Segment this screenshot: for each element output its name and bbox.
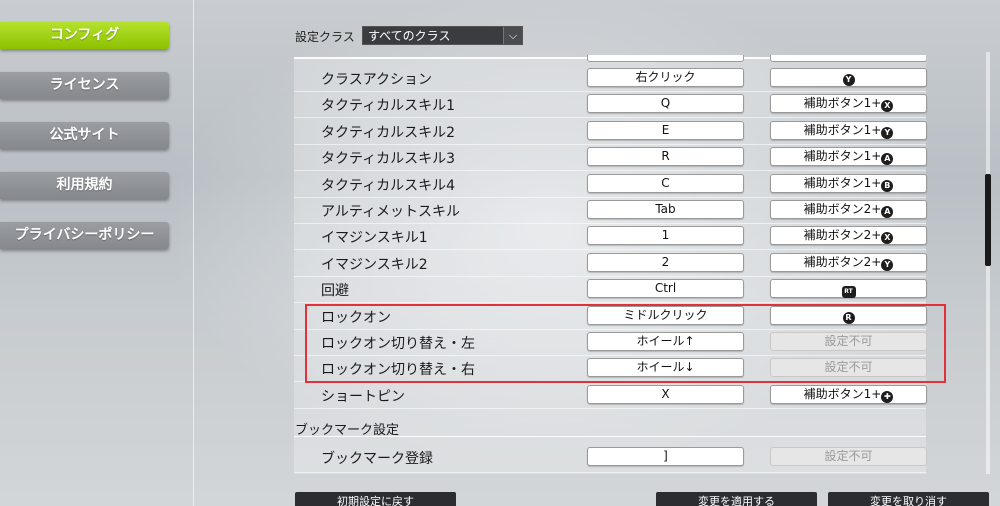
sidebar-item-privacy[interactable]: プライバシーポリシー [0,222,169,249]
row-separator [294,408,926,409]
bookmark-row-label: ブックマーク登録 [321,451,433,467]
pad-binding-button[interactable]: Y [770,68,927,87]
row-separator [294,197,926,198]
pad-binding-button[interactable]: 補助ボタン2+ X [770,226,927,245]
row-separator [294,91,926,92]
controller-button-icon: X [881,100,894,112]
pad-binding-text: 補助ボタン2+ [803,255,882,269]
sidebar-item-config[interactable]: コンフィグ [0,22,169,49]
pad-binding-text: 補助ボタン1+ [803,387,882,401]
keybind-row-label: ショートピン [321,389,405,405]
controller-button-icon: RT [841,286,856,298]
chevron-down-icon[interactable]: ⌵ [503,27,522,44]
controller-button-icon: X [881,232,894,244]
keybind-row-label: クラスアクション [321,72,433,88]
class-filter-label: 設定クラス [295,30,355,44]
controller-button-icon: Y [842,74,855,86]
controller-button-icon: B [881,180,894,192]
row-separator [294,249,926,250]
class-filter-select[interactable]: すべてのクラス ⌵ [362,26,523,45]
keybind-row-label: タクティカルスキル3 [321,151,456,167]
cancel-changes-button[interactable]: 変更を取り消す [828,492,989,506]
keyboard-binding-button[interactable]: Tab [587,200,744,219]
pad-binding-button[interactable]: 補助ボタン2+ A [770,200,927,219]
controller-button-icon: Y [881,259,894,271]
sidebar-item-official-site[interactable]: 公式サイト [0,122,169,149]
keyboard-binding-button[interactable]: 2 [587,253,744,272]
row-separator [294,117,926,118]
pad-binding-button[interactable]: 補助ボタン1+ A [770,147,927,166]
pad-binding-text: 補助ボタン1+ [803,123,882,137]
row-separator [294,170,926,171]
pad-binding-button[interactable]: 補助ボタン2+ Y [770,253,927,272]
keybind-row-label: イマジンスキル1 [321,230,428,246]
row-separator [294,276,926,277]
pad-binding-button[interactable]: RT [770,279,927,298]
keybind-row-label: タクティカルスキル1 [321,98,456,114]
pad-binding-text: 補助ボタン1+ [803,149,882,163]
class-filter-value: すべてのクラス [368,29,451,43]
keyboard-binding-button[interactable]: Ctrl [587,279,744,298]
keyboard-binding-button[interactable]: 右クリック [587,68,744,87]
controller-button-icon: A [881,206,894,218]
keyboard-binding-button[interactable]: X [587,385,744,404]
row-separator [294,144,926,145]
keybind-row-label: タクティカルスキル4 [321,178,456,194]
pad-binding-button[interactable]: 補助ボタン1+ X [770,94,927,113]
sidebar-item-license[interactable]: ライセンス [0,72,169,99]
pad-binding-button[interactable]: 補助ボタン1+ Y [770,121,927,140]
bookmark-section-divider [294,436,926,437]
keybind-row-label: タクティカルスキル2 [321,125,456,141]
controller-button-icon: ✚ [881,391,894,403]
pad-binding-text: 補助ボタン1+ [803,96,882,110]
row-separator [294,302,926,303]
keyboard-binding-button[interactable]: E [587,121,744,140]
apply-changes-button[interactable]: 変更を適用する [656,492,817,506]
pad-binding-button[interactable]: 補助ボタン1+ B [770,174,927,193]
scrolled-row-fragment [294,55,926,63]
keyboard-binding-button[interactable]: 1 [587,226,744,245]
sidebar-item-terms[interactable]: 利用規約 [0,172,169,199]
row-separator [294,472,926,473]
scrollbar-thumb[interactable] [985,174,991,266]
pad-binding-text: 補助ボタン2+ [803,228,882,242]
pad-binding-text: 補助ボタン1+ [803,176,882,190]
sidebar-divider [193,0,194,506]
pad-binding-button[interactable]: 補助ボタン1+ ✚ [770,385,927,404]
keyboard-binding-button[interactable]: R [587,147,744,166]
row-separator [294,223,926,224]
reset-defaults-button[interactable]: 初期設定に戻す [295,492,456,506]
bookmark-pad-button: 設定不可 [770,447,927,466]
bookmark-key-button[interactable]: ] [587,447,744,466]
keyboard-binding-button[interactable]: C [587,174,744,193]
controller-button-icon: A [881,153,894,165]
pad-binding-text: 補助ボタン2+ [803,202,882,216]
keyboard-binding-button[interactable]: Q [587,94,744,113]
controller-button-icon: Y [881,127,894,139]
keybind-row-label: 回避 [321,283,349,299]
lockon-highlight-box [305,304,946,383]
keybind-row-label: アルティメットスキル [321,204,461,220]
cut-key-button [587,55,744,62]
cut-pad-button [770,55,926,62]
keybind-row-label: イマジンスキル2 [321,257,428,273]
